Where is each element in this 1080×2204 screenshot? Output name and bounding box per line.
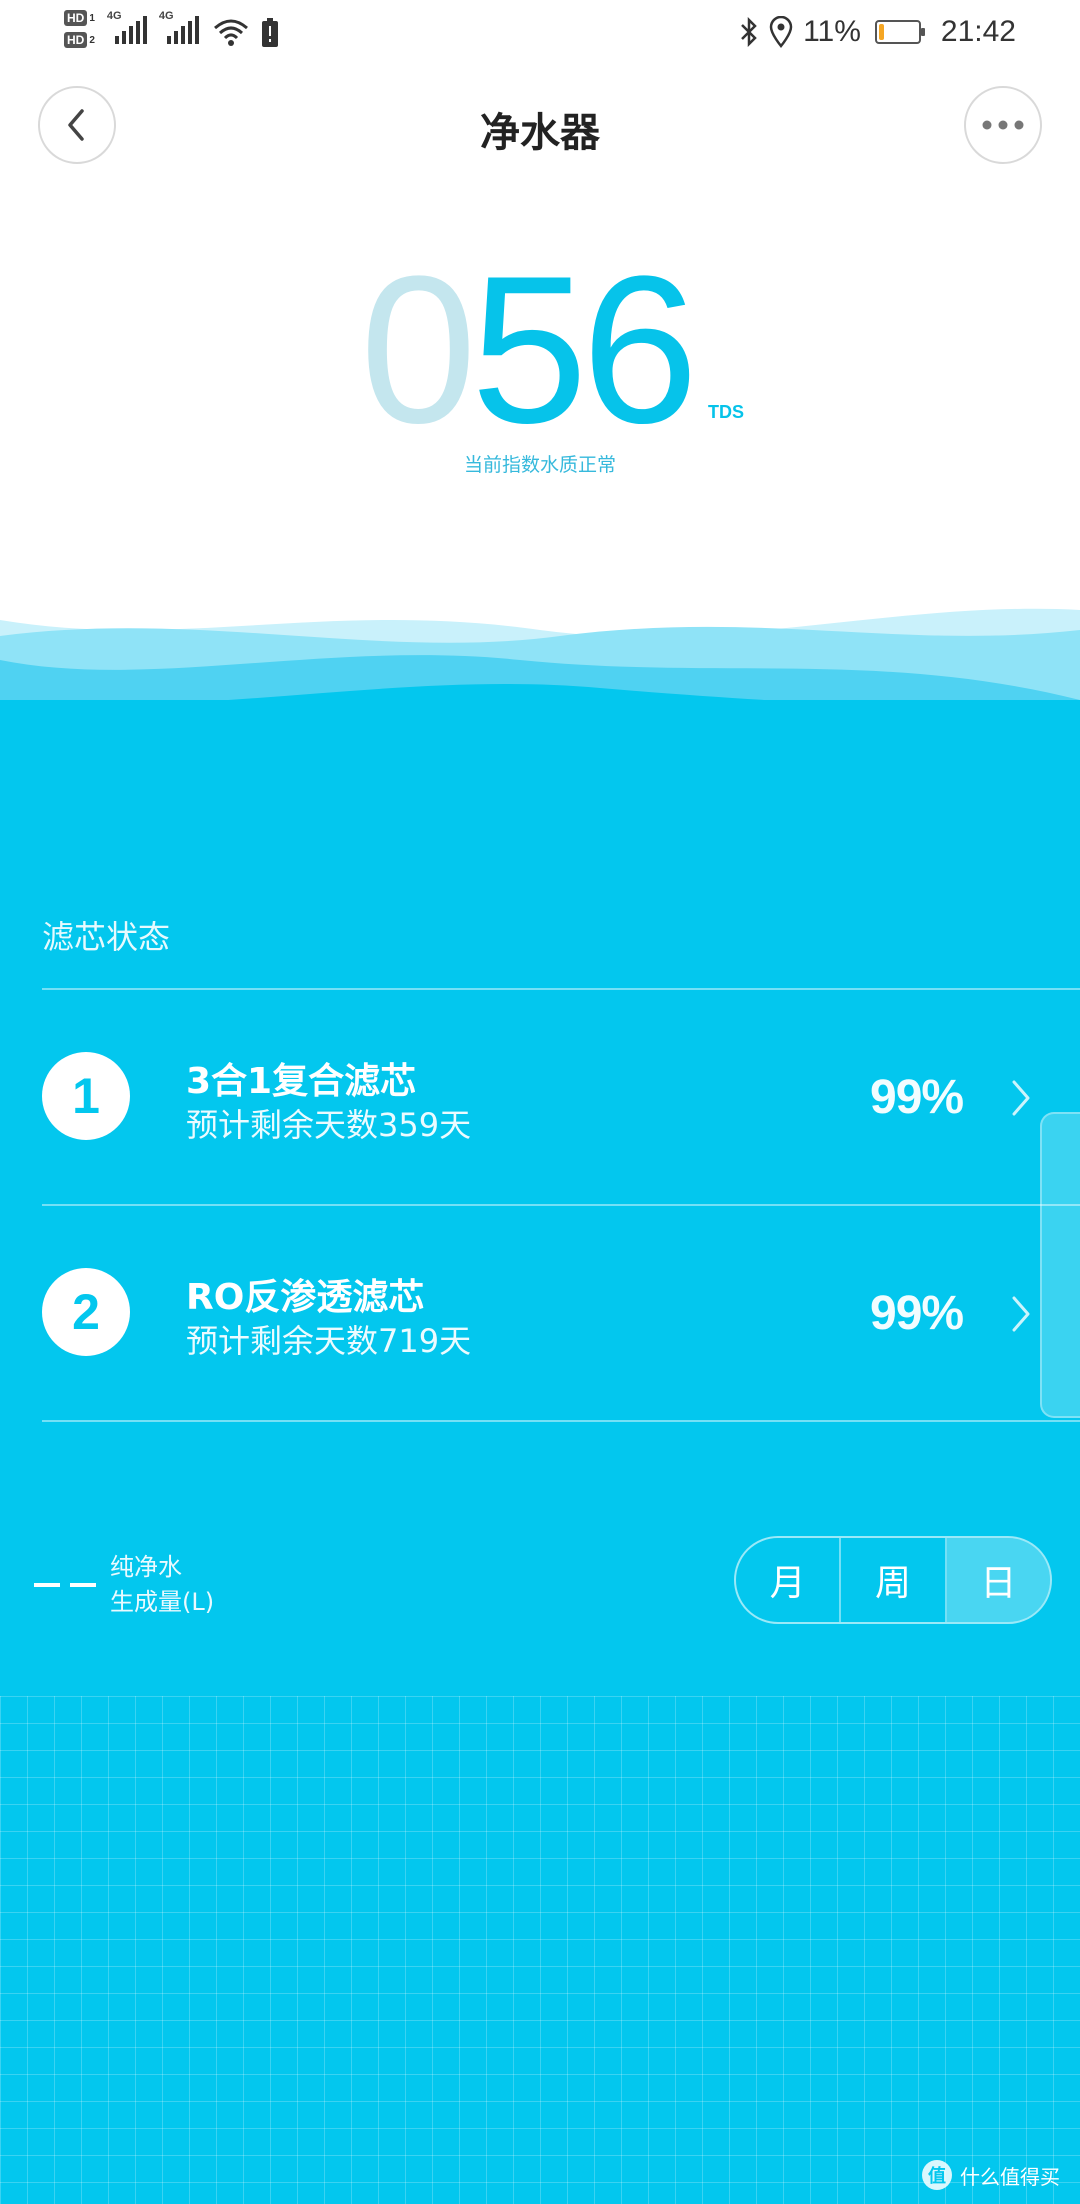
clock: 21:42 [940,15,1016,48]
tds-digits: 56 [470,232,699,467]
page-title: 净水器 [480,110,600,156]
filter-index-badge: 2 [42,1268,130,1356]
more-button[interactable] [964,86,1042,164]
filter-percent: 99% [870,1071,964,1124]
watermark-text: 什么值得买 [960,2164,1060,2189]
hd-indicator-2: HD 2 [64,32,95,48]
watermark-badge: 值 [922,2160,952,2190]
hd-indicator-1: HD 1 [64,10,95,26]
segment-week[interactable]: 周 [841,1538,947,1622]
hd-sub: 2 [89,34,95,46]
legend-line-1: 纯净水 [110,1553,182,1581]
tds-display: 056 TDS 当前指数水质正常 [0,245,1080,480]
tds-leading-digit: 0 [360,232,477,467]
watermark: 值 什么值得买 [922,2160,1060,2190]
signal-icon: 4G [159,10,199,44]
divider [42,1420,1080,1422]
filter-section-title: 滤芯状态 [42,918,171,956]
wifi-icon [213,19,248,46]
chart-grid [0,1696,1080,2204]
battery-percent: 11% [803,15,861,48]
hd-indicators: HD 1 HD 2 [64,10,95,48]
filter-item-1[interactable]: 1 3合1复合滤芯 预计剩余天数359天 99% [0,990,1080,1204]
chevron-right-icon [1012,1296,1030,1332]
filter-remaining-days: 预计剩余天数719天 [186,1322,472,1360]
filter-item-2[interactable]: 2 RO反渗透滤芯 预计剩余天数719天 99% [0,1206,1080,1420]
legend-dash-icon [34,1583,96,1587]
tds-value: 056 [360,245,698,455]
battery-alert-icon [261,18,278,47]
hd-label: HD [64,32,88,48]
more-dots-icon [982,120,1024,130]
segment-day[interactable]: 日 [946,1538,1050,1622]
location-icon [769,16,793,48]
status-left: HD 1 HD 2 4G 4G [64,10,279,60]
period-segmented-control: 月 周 日 [734,1536,1052,1624]
tds-unit: TDS [708,402,744,422]
signal-icon: 4G [107,10,147,44]
filter-name: RO反渗透滤芯 [186,1277,425,1318]
filter-remaining-days: 预计剩余天数359天 [186,1106,472,1144]
chevron-right-icon [1012,1080,1030,1116]
hd-sub: 1 [89,12,95,24]
hd-label: HD [64,10,88,26]
filter-percent: 99% [870,1287,964,1340]
filter-index-badge: 1 [42,1052,130,1140]
status-right: 11% 21:42 [739,12,1016,52]
filter-name: 3合1复合滤芯 [186,1061,417,1102]
tds-status-text: 当前指数水质正常 [463,454,616,476]
segment-month[interactable]: 月 [736,1538,842,1622]
battery-icon [874,20,925,44]
side-drawer-handle[interactable] [1040,1112,1080,1418]
battery-level [878,24,884,40]
chart-legend: 纯净水 生成量(L) [110,1550,214,1620]
legend-line-2: 生成量(L) [110,1588,215,1616]
network-label: 4G [158,10,174,22]
bluetooth-icon [741,17,757,47]
app-header: 净水器 [0,86,1080,166]
status-bar: HD 1 HD 2 4G 4G 11% 21:42 [0,0,1080,66]
network-label: 4G [106,10,122,22]
